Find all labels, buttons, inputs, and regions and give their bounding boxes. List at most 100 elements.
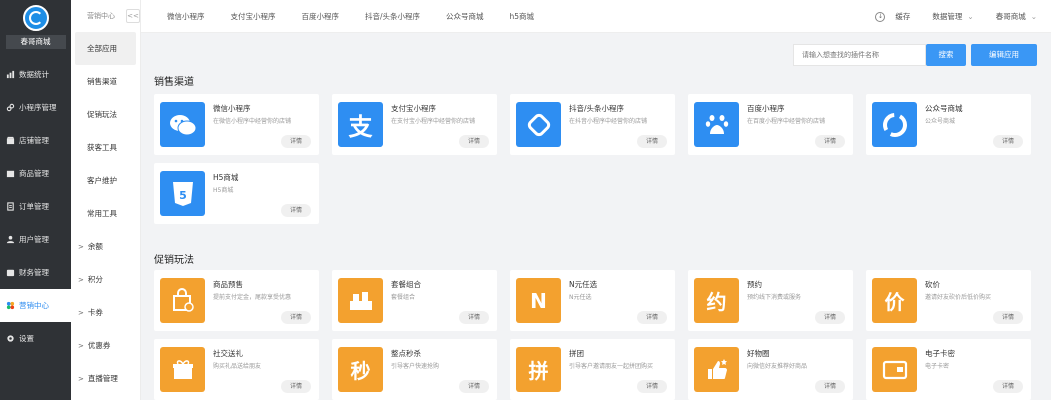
sub-sidebar-item-1[interactable]: 销售渠道 — [71, 65, 140, 98]
detail-button[interactable]: 详情 — [281, 204, 311, 217]
plugin-search-input[interactable] — [793, 44, 926, 66]
promo-card[interactable]: 拼拼团 引导客户邀请朋友一起拼团购买 详情 — [510, 339, 675, 400]
detail-button[interactable]: 详情 — [993, 135, 1023, 148]
card-description: 在微信小程序中经营你的店铺 — [213, 118, 292, 125]
sidebar-item-4[interactable]: 订单管理 — [0, 190, 71, 223]
detail-button[interactable]: 详情 — [637, 380, 667, 393]
promo-card[interactable]: 社交送礼购买礼品送给朋友详情 — [154, 339, 319, 400]
sub-sidebar-item-4[interactable]: 客户维护 — [71, 164, 140, 197]
store-switch-menu[interactable]: 春哥商城 ⌄ — [996, 11, 1037, 22]
sub-sidebar-item-5[interactable]: 常用工具 — [71, 197, 140, 230]
main-content: 搜索 编辑应用 销售渠道 微信小程序在微信小程序中经营你的店铺详情支支付宝小程序… — [141, 33, 1051, 400]
detail-button[interactable]: 详情 — [637, 135, 667, 148]
promo-card[interactable]: 电子卡密 电子卡密 详情 — [866, 339, 1031, 400]
store-logo[interactable] — [22, 5, 49, 31]
bargain-icon: 价 — [872, 278, 917, 323]
sub-sidebar-item-2[interactable]: 促销玩法 — [71, 98, 140, 131]
sidebar-item-3[interactable]: 商品管理 — [0, 157, 71, 190]
box-icon — [6, 169, 15, 178]
card-description: 购买礼品送给朋友 — [213, 363, 262, 370]
link-icon — [6, 103, 15, 112]
top-tab-3[interactable]: 抖音/头条小程序 — [365, 11, 420, 22]
channel-card[interactable]: 微信小程序在微信小程序中经营你的店铺详情 — [154, 94, 319, 155]
sidebar-item-label: 财务管理 — [19, 268, 49, 277]
sub-sidebar-item-3[interactable]: 获客工具 — [71, 131, 140, 164]
promo-card[interactable]: 价砍价 邀请好友砍价后低价购买 详情 — [866, 270, 1031, 331]
detail-button[interactable]: 详情 — [815, 380, 845, 393]
collapse-button[interactable]: << — [126, 9, 140, 23]
top-tab-1[interactable]: 支付宝小程序 — [231, 11, 276, 22]
shop-icon — [6, 136, 15, 145]
sub-sidebar-item-6[interactable]: > 余额 — [71, 230, 140, 263]
sub-sidebar-item-label: 常用工具 — [87, 209, 117, 218]
detail-button[interactable]: 详情 — [815, 135, 845, 148]
flash-sale-icon: 秒 — [338, 347, 383, 392]
promo-card[interactable]: 好物圈 向微信好友推荐好商品 详情 — [688, 339, 853, 400]
sub-sidebar-header: 营销中心 << — [71, 0, 140, 32]
card-description: N元任选 — [569, 294, 592, 301]
sub-sidebar-item-10[interactable]: > 直播管理 — [71, 362, 140, 395]
sub-sidebar-item-label: 直播管理 — [87, 374, 118, 383]
card-name: 公众号商城 — [925, 104, 963, 113]
detail-button[interactable]: 详情 — [459, 380, 489, 393]
card-description: 在支付宝小程序中经营你的店铺 — [391, 118, 476, 125]
channel-card[interactable]: 百度小程序 在百度小程序中经营你的店铺 详情 — [688, 94, 853, 155]
sidebar-item-label: 订单管理 — [19, 202, 49, 211]
top-tab-0[interactable]: 微信小程序 — [167, 11, 205, 22]
card-name: 社交送礼 — [213, 349, 243, 358]
channel-card[interactable]: 抖音/头条小程序 在抖音小程序中经营你的店铺 详情 — [510, 94, 675, 155]
promo-card[interactable]: 约预约 预约线下消费或服务 详情 — [688, 270, 853, 331]
sub-sidebar-item-label: 优惠券 — [87, 341, 111, 350]
sidebar-item-label: 营销中心 — [19, 301, 49, 310]
sidebar-item-1[interactable]: 小程序管理 — [0, 91, 71, 124]
sub-sidebar-item-label: 全部应用 — [87, 44, 117, 53]
top-tab-5[interactable]: h5商城 — [510, 11, 535, 22]
edit-apps-button[interactable]: 编辑应用 — [971, 44, 1037, 66]
card-description: 提前支付定金，尾款享受优惠 — [213, 294, 292, 301]
alipay-icon: 支 — [338, 102, 383, 147]
sidebar-item-8[interactable]: 设置 — [0, 322, 71, 355]
marketing-icon — [6, 301, 15, 310]
sub-sidebar-item-8[interactable]: > 卡券 — [71, 296, 140, 329]
detail-button[interactable]: 详情 — [459, 311, 489, 324]
sidebar-item-label: 小程序管理 — [19, 103, 57, 112]
sidebar-item-0[interactable]: 数据统计 — [0, 58, 71, 91]
detail-button[interactable]: 详情 — [281, 135, 311, 148]
promo-card[interactable]: 套餐组合 套餐组合 详情 — [332, 270, 497, 331]
card-description: 向微信好友推荐好商品 — [747, 363, 808, 370]
sidebar-item-label: 店铺管理 — [19, 136, 49, 145]
promo-card[interactable]: N N元任选 N元任选 详情 — [510, 270, 675, 331]
promo-card[interactable]: 秒整点秒杀 引导客户快速抢购 详情 — [332, 339, 497, 400]
cache-button[interactable]: 缓存 — [895, 11, 910, 22]
sub-sidebar-item-0[interactable]: 全部应用 — [75, 32, 136, 65]
top-tab-2[interactable]: 百度小程序 — [302, 11, 340, 22]
card-name: 微信小程序 — [213, 104, 251, 113]
detail-button[interactable]: 详情 — [637, 311, 667, 324]
detail-button[interactable]: 详情 — [459, 135, 489, 148]
detail-button[interactable]: 详情 — [993, 311, 1023, 324]
data-management-menu[interactable]: 数据管理 ⌄ — [932, 11, 973, 22]
channel-card[interactable]: 支支付宝小程序 在支付宝小程序中经营你的店铺 详情 — [332, 94, 497, 155]
booking-icon: 约 — [694, 278, 739, 323]
search-button[interactable]: 搜索 — [926, 44, 966, 66]
detail-button[interactable]: 详情 — [281, 311, 311, 324]
top-tab-4[interactable]: 公众号商城 — [446, 11, 484, 22]
card-name: 砍价 — [925, 280, 940, 289]
sub-sidebar-item-9[interactable]: > 优惠券 — [71, 329, 140, 362]
sidebar-item-5[interactable]: 用户管理 — [0, 223, 71, 256]
channel-card[interactable]: 5 H5商城 H5商城 详情 — [154, 163, 319, 224]
sub-sidebar-item-label: 余额 — [87, 242, 103, 251]
sidebar-item-2[interactable]: 店铺管理 — [0, 124, 71, 157]
sidebar-item-6[interactable]: 财务管理 — [0, 256, 71, 289]
download-icon[interactable]: ↓ — [875, 11, 886, 22]
sidebar-item-7[interactable]: 营销中心 — [0, 289, 71, 322]
promo-card[interactable]: 商品预售 提前支付定金，尾款享受优惠 详情 — [154, 270, 319, 331]
sub-sidebar-item-7[interactable]: > 积分 — [71, 263, 140, 296]
order-icon — [6, 202, 15, 211]
channel-card[interactable]: 公众号商城 公众号商城 详情 — [866, 94, 1031, 155]
detail-button[interactable]: 详情 — [281, 380, 311, 393]
detail-button[interactable]: 详情 — [993, 380, 1023, 393]
chart-icon — [6, 70, 15, 79]
detail-button[interactable]: 详情 — [815, 311, 845, 324]
card-name: 整点秒杀 — [391, 349, 421, 358]
